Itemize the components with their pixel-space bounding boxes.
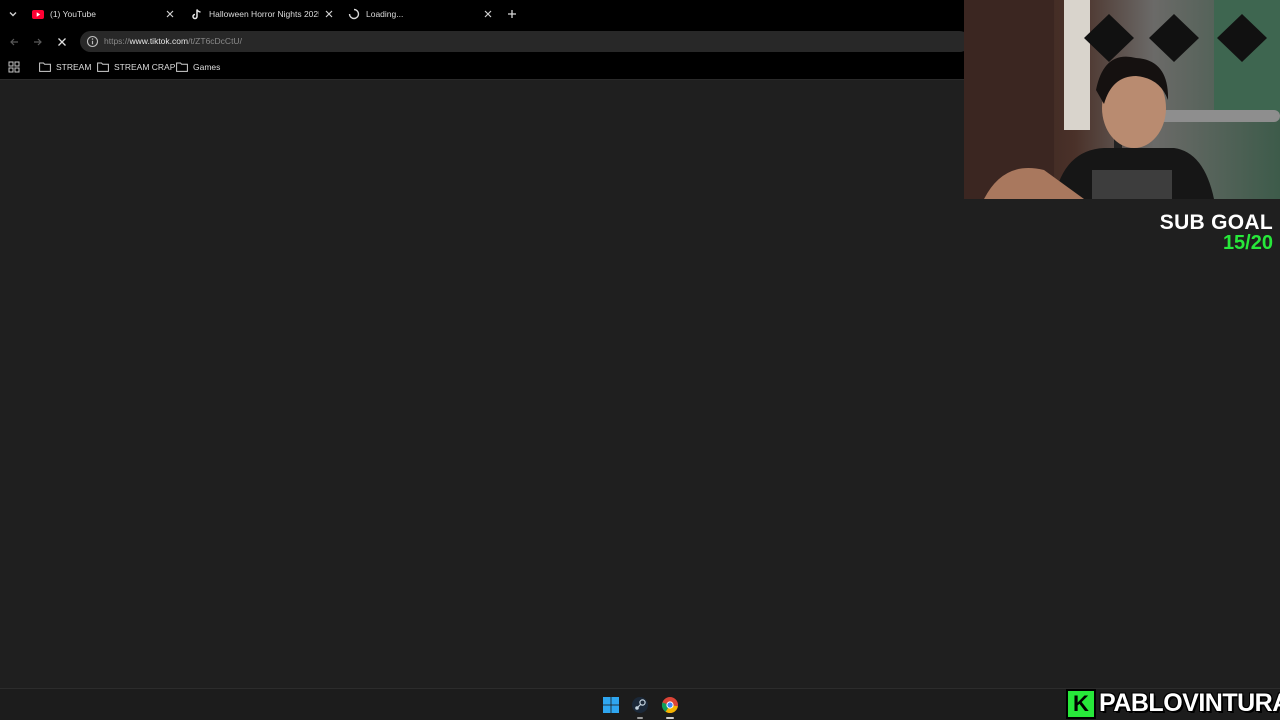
sub-goal-label: SUB GOAL [1159,211,1273,234]
streamer-brand-overlay: K PABLOVINTURA [1066,688,1280,719]
tiktok-icon [191,8,203,20]
back-arrow-icon[interactable] [6,34,22,50]
streamer-name: PABLOVINTURA [1099,689,1280,717]
youtube-icon [32,8,44,20]
tab-search-chevron-icon[interactable] [4,5,22,23]
url-path: /t/ZT6cDcCtU/ [188,36,242,46]
site-info-icon[interactable] [86,35,99,48]
url-host: www.tiktok.com [129,36,189,46]
chrome-icon[interactable] [661,696,679,714]
windows-start-icon[interactable] [602,696,620,714]
tab-loading[interactable]: Loading... [348,0,494,28]
chrome-active-indicator [666,717,674,719]
loading-spinner-icon [348,8,360,20]
tab-title: (1) YouTube [50,9,96,19]
sub-goal-widget: SUB GOAL 15/20 [1160,212,1273,253]
tab-title: Loading... [366,9,404,19]
tab-close-icon[interactable] [164,8,176,20]
kick-logo-icon: K [1066,688,1096,719]
folder-icon [176,62,188,72]
webcam-overlay [964,0,1280,199]
steam-icon[interactable] [631,696,649,714]
sub-goal-count: 15/20 [1222,232,1273,254]
steam-running-indicator [637,717,643,719]
bookmark-folder-stream[interactable]: STREAM [39,60,91,74]
tab-youtube[interactable]: (1) YouTube [32,0,176,28]
bookmark-label: Games [193,62,221,72]
url-scheme: https:// [104,36,130,46]
address-bar[interactable]: https://www.tiktok.com/t/ZT6cDcCtU/ [80,31,970,52]
forward-arrow-icon[interactable] [30,34,46,50]
tab-close-icon[interactable] [323,8,335,20]
stop-loading-icon[interactable] [54,34,70,50]
webcam-feed-image [964,0,1280,199]
new-tab-plus-icon[interactable] [504,6,520,22]
url-text: https://www.tiktok.com/t/ZT6cDcCtU/ [104,36,242,46]
folder-icon [39,62,51,72]
bookmark-folder-stream-crap[interactable]: STREAM CRAP [97,60,175,74]
tab-title: Halloween Horror Nights 2025 [209,9,319,19]
bookmark-label: STREAM [56,62,92,72]
bookmark-folder-games[interactable]: Games [176,60,220,74]
screen: (1) YouTube Halloween Horror Nights 2025… [0,0,1280,720]
apps-grid-icon[interactable] [7,60,21,74]
tab-close-icon[interactable] [482,8,494,20]
tab-tiktok[interactable]: Halloween Horror Nights 2025 [191,0,335,28]
bookmark-label: STREAM CRAP [114,62,176,72]
folder-icon [97,62,109,72]
